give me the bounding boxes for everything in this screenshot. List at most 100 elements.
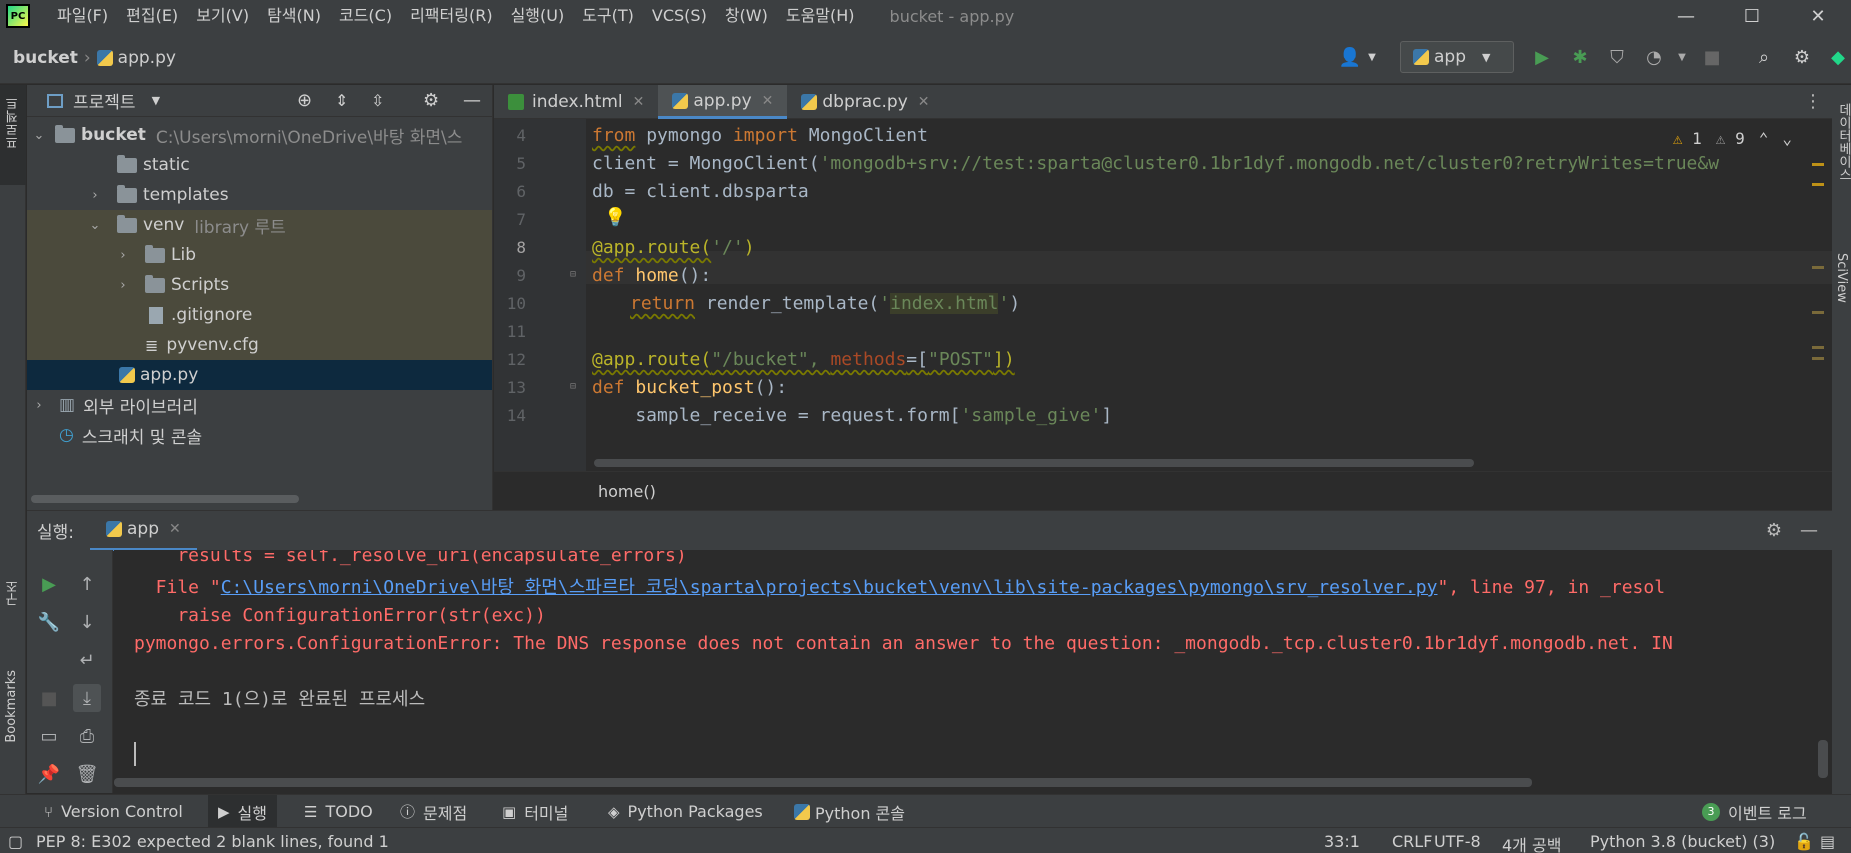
expand-all-icon[interactable]: ⇕ <box>335 91 348 110</box>
menu-help[interactable]: 도움말(H) <box>777 0 864 32</box>
profile-icon[interactable]: ◔ <box>1642 45 1666 69</box>
error-stripe[interactable] <box>1812 161 1824 411</box>
run-tool-button[interactable]: ▶ 실행 <box>208 795 277 828</box>
tab-index-html[interactable]: index.html ✕ <box>494 85 658 119</box>
locate-icon[interactable]: ⊕ <box>297 90 312 111</box>
previous-highlight-icon[interactable]: ⌃ <box>1759 129 1769 148</box>
tree-item-scratches[interactable]: ◷ 스크래치 및 콘솔 <box>27 420 492 450</box>
search-icon[interactable]: ⌕ <box>1752 45 1776 69</box>
line-separator[interactable]: CRLF <box>1392 832 1432 851</box>
toggle-tool-windows-icon[interactable]: ▢ <box>8 832 23 851</box>
tree-item-bucket[interactable]: ⌄ bucket C:\Users\morni\OneDrive\바탕 화면\스 <box>27 120 492 150</box>
tree-item-venv[interactable]: ⌄ venv library 루트 <box>27 210 492 240</box>
stop-icon[interactable]: ■ <box>1700 45 1724 69</box>
menu-vcs[interactable]: VCS(S) <box>643 0 716 32</box>
next-highlight-icon[interactable]: ⌄ <box>1782 129 1792 148</box>
gear-icon[interactable]: ⚙ <box>423 90 439 111</box>
version-control-tool-button[interactable]: ⑂ Version Control <box>44 795 183 828</box>
chevron-down-icon[interactable]: ⌄ <box>31 128 47 143</box>
close-icon[interactable]: ✕ <box>918 94 930 110</box>
terminal-tool-button[interactable]: ▣ 터미널 <box>502 795 568 828</box>
hide-icon[interactable]: — <box>463 90 481 111</box>
close-icon[interactable]: ✕ <box>169 521 181 537</box>
horizontal-scrollbar[interactable] <box>31 495 299 503</box>
close-window-button[interactable]: ✕ <box>1785 0 1851 32</box>
run-tab-app[interactable]: app ✕ <box>90 511 197 551</box>
structure-tool-label[interactable]: 구조 <box>4 580 23 606</box>
console-file-link[interactable]: C:\Users\morni\OneDrive\바탕 화면\스파르타 코딩\sp… <box>221 577 1438 598</box>
horizontal-scrollbar[interactable] <box>114 778 1532 787</box>
memory-indicator-icon[interactable]: ▤ <box>1820 832 1835 851</box>
python-interpreter[interactable]: Python 3.8 (bucket) (3) <box>1590 832 1775 851</box>
maximize-button[interactable]: ☐ <box>1719 0 1785 32</box>
tab-app-py[interactable]: app.py ✕ <box>658 85 788 119</box>
run-console[interactable]: results = self._resolve_uri(encapsulate_… <box>114 550 1832 793</box>
gear-icon[interactable]: ⚙ <box>1766 520 1782 541</box>
chevron-down-icon[interactable]: ⌄ <box>87 218 103 233</box>
tree-item-static[interactable]: static <box>27 150 492 180</box>
problems-tool-button[interactable]: ⓘ 문제점 <box>400 795 467 828</box>
collapse-all-icon[interactable]: ⇳ <box>371 91 384 110</box>
menu-navigate[interactable]: 탐색(N) <box>258 0 330 32</box>
warning-counter[interactable]: ⚠ 1 <box>1673 129 1702 148</box>
minimize-button[interactable]: — <box>1653 0 1719 32</box>
vertical-scrollbar[interactable] <box>1818 740 1828 778</box>
gear-icon[interactable]: ⚙ <box>1790 45 1814 69</box>
print-icon[interactable]: ⎙ <box>73 722 101 750</box>
fold-icon[interactable]: ⊟ <box>570 269 576 280</box>
scroll-to-end-icon[interactable]: ⤓ <box>73 684 101 712</box>
todo-tool-button[interactable]: ☰ TODO <box>304 795 373 828</box>
horizontal-scrollbar[interactable] <box>594 459 1474 467</box>
jetbrains-icon[interactable]: ◆ <box>1826 45 1850 69</box>
tree-item-app-py[interactable]: app.py <box>27 360 492 390</box>
run-configuration-select[interactable]: app ▼ <box>1400 41 1514 73</box>
tree-item-gitignore[interactable]: .gitignore <box>27 300 492 330</box>
caret-position[interactable]: 33:1 <box>1324 832 1360 851</box>
soft-wrap-icon[interactable]: ↵ <box>73 646 101 674</box>
up-arrow-icon[interactable]: ↑ <box>73 570 101 598</box>
tree-item-templates[interactable]: › templates <box>27 180 492 210</box>
tab-dbprac-py[interactable]: dbprac.py ✕ <box>787 85 943 119</box>
layout-icon[interactable]: ▭ <box>35 722 63 750</box>
debug-icon[interactable]: ✱ <box>1568 45 1592 69</box>
close-icon[interactable]: ✕ <box>762 93 774 109</box>
tree-item-lib[interactable]: › Lib <box>27 240 492 270</box>
menu-code[interactable]: 코드(C) <box>330 0 401 32</box>
more-tabs-icon[interactable]: ⋮ <box>1804 91 1822 112</box>
chevron-right-icon[interactable]: › <box>115 278 131 293</box>
python-packages-tool-button[interactable]: ◈ Python Packages <box>608 795 763 828</box>
sciview-tool-label[interactable]: SciView <box>1834 253 1849 303</box>
fold-icon[interactable]: ⊟ <box>570 381 576 392</box>
close-icon[interactable]: ✕ <box>633 94 645 110</box>
hide-icon[interactable]: — <box>1800 520 1818 541</box>
chevron-down-icon[interactable]: ▼ <box>1360 45 1384 69</box>
menu-view[interactable]: 보기(V) <box>187 0 258 32</box>
chevron-down-icon[interactable]: ▼ <box>1670 45 1694 69</box>
inspection-widget[interactable]: ⚠ 1 ⚠ 9 ⌃ ⌄ <box>1673 129 1792 148</box>
tree-item-pyvenv[interactable]: ≣ pyvenv.cfg <box>27 330 492 360</box>
coverage-icon[interactable]: ⛉ <box>1605 45 1629 69</box>
breadcrumb-file[interactable]: app.py <box>118 48 176 68</box>
event-log-tool-button[interactable]: 3 이벤트 로그 <box>1702 795 1807 828</box>
menu-tools[interactable]: 도구(T) <box>573 0 643 32</box>
python-console-tool-button[interactable]: Python 콘솔 <box>794 795 905 828</box>
status-message[interactable]: PEP 8: E302 expected 2 blank lines, foun… <box>36 832 389 851</box>
menu-file[interactable]: 파일(F) <box>48 0 117 32</box>
database-tool-label[interactable]: 데이터베이스 <box>1834 103 1851 181</box>
tree-item-external-libraries[interactable]: › ▥ 외부 라이브러리 <box>27 390 492 420</box>
trash-icon[interactable]: 🗑 <box>73 760 101 788</box>
user-icon[interactable]: 👤 <box>1338 45 1362 69</box>
weak-warning-counter[interactable]: ⚠ 9 <box>1716 129 1745 148</box>
menu-edit[interactable]: 편집(E) <box>117 0 187 32</box>
chevron-right-icon[interactable]: › <box>87 188 103 203</box>
project-tool-label[interactable]: 프로젝트 <box>4 97 23 149</box>
rerun-icon[interactable]: ▶ <box>35 570 63 598</box>
bookmarks-tool-label[interactable]: Bookmarks <box>4 670 19 743</box>
stop-icon[interactable]: ■ <box>35 684 63 712</box>
menu-run[interactable]: 실행(U) <box>502 0 574 32</box>
indent-setting[interactable]: 4개 공백 <box>1502 832 1561 853</box>
lock-icon[interactable]: 🔓 <box>1794 832 1814 851</box>
wrench-icon[interactable]: 🔧 <box>35 608 63 636</box>
breadcrumb-function[interactable]: home() <box>598 482 656 501</box>
project-panel-title[interactable]: 프로젝트 <box>73 88 136 113</box>
